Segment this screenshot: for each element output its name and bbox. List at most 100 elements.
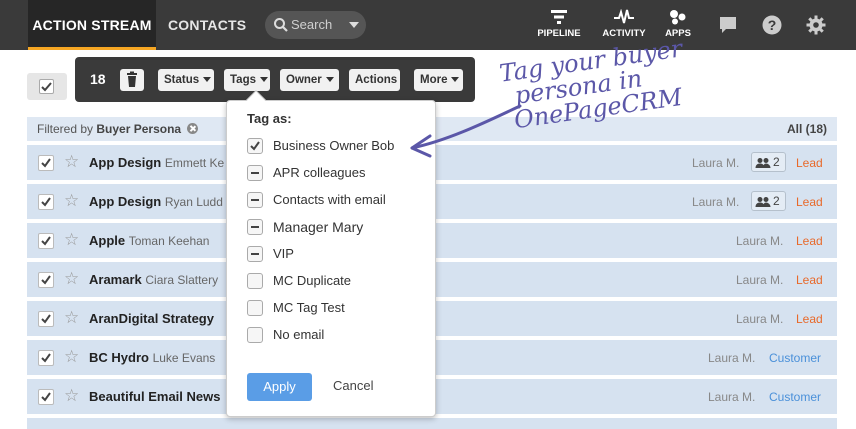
- tab-action-stream[interactable]: ACTION STREAM: [28, 0, 156, 50]
- people-count: 2: [773, 155, 780, 169]
- owner-name: Laura M.: [692, 156, 740, 170]
- contact-name[interactable]: Apple Toman Keehan: [89, 233, 209, 248]
- company-name: App Design: [89, 194, 162, 209]
- tag-checkbox[interactable]: [247, 300, 263, 316]
- pipeline-button[interactable]: PIPELINE: [534, 0, 584, 50]
- check-icon: [41, 353, 51, 363]
- cancel-button[interactable]: Cancel: [333, 378, 373, 393]
- contact-name[interactable]: App Design Emmett Ke: [89, 155, 224, 170]
- gear-icon[interactable]: [805, 14, 827, 36]
- check-icon: [41, 82, 52, 92]
- star-icon[interactable]: ☆: [64, 348, 79, 365]
- owner-name: Laura M.: [708, 390, 756, 404]
- chevron-down-icon: [451, 77, 460, 83]
- person-name: Emmett Ke: [164, 156, 225, 170]
- actions-label: Actions: [355, 74, 398, 86]
- tag-checkbox[interactable]: [247, 165, 263, 181]
- tab-contacts[interactable]: CONTACTS: [168, 0, 246, 50]
- contact-name[interactable]: BC Hydro Luke Evans: [89, 350, 215, 365]
- person-name: Digital Strategy: [118, 311, 214, 326]
- tag-checkbox[interactable]: [247, 273, 263, 289]
- clear-filter-icon[interactable]: [187, 123, 199, 134]
- status-label[interactable]: Lead: [796, 234, 823, 248]
- owner-name: Laura M.: [708, 351, 756, 365]
- top-nav-bar: ACTION STREAM CONTACTS Search PIPELINE A…: [0, 0, 856, 50]
- tag-checkbox[interactable]: [247, 219, 263, 235]
- status-label[interactable]: Customer: [769, 390, 821, 404]
- check-icon: [41, 314, 51, 324]
- tag-checkbox[interactable]: [247, 246, 263, 262]
- people-badge[interactable]: 2: [751, 152, 786, 172]
- person-name: Ciara Slattery: [145, 273, 219, 287]
- star-icon[interactable]: ☆: [64, 270, 79, 287]
- star-icon[interactable]: ☆: [64, 153, 79, 170]
- star-icon[interactable]: ☆: [64, 192, 79, 209]
- owner-name: Laura M.: [692, 195, 740, 209]
- tag-checkbox[interactable]: [247, 138, 263, 154]
- contact-name[interactable]: Beautiful Email News: [89, 389, 220, 404]
- check-icon: [41, 158, 51, 168]
- tag-label: MC Duplicate: [273, 273, 352, 288]
- search-icon: [274, 18, 288, 32]
- select-all-checkbox[interactable]: [39, 79, 54, 94]
- filter-prefix: Filtered by: [37, 122, 94, 136]
- delete-button[interactable]: [120, 69, 144, 91]
- row-checkbox[interactable]: [38, 272, 54, 288]
- more-dropdown[interactable]: More: [414, 69, 463, 91]
- tag-checkbox[interactable]: [247, 327, 263, 343]
- chevron-down-icon: [260, 77, 268, 83]
- status-label[interactable]: Lead: [796, 156, 823, 170]
- people-icon: [755, 158, 771, 168]
- owner-name: Laura M.: [736, 312, 784, 326]
- actions-button[interactable]: Actions: [349, 69, 400, 91]
- help-icon[interactable]: ?: [761, 14, 783, 36]
- check-icon: [41, 197, 51, 207]
- pipeline-label: PIPELINE: [537, 28, 581, 39]
- tag-label: MC Tag Test: [273, 300, 345, 315]
- owner-dropdown[interactable]: Owner: [280, 69, 339, 91]
- tag-checkbox[interactable]: [247, 192, 263, 208]
- contact-name[interactable]: AranDigital Strategy: [89, 311, 214, 326]
- tag-label: VIP: [273, 246, 294, 261]
- contact-name[interactable]: App Design Ryan Ludd: [89, 194, 223, 209]
- star-icon[interactable]: ☆: [64, 309, 79, 326]
- status-label[interactable]: Lead: [796, 312, 823, 326]
- check-icon: [41, 236, 51, 246]
- tag-label: Manager Mary: [273, 219, 364, 235]
- row-checkbox[interactable]: [38, 155, 54, 171]
- row-checkbox[interactable]: [38, 350, 54, 366]
- status-label[interactable]: Customer: [769, 351, 821, 365]
- status-label[interactable]: Lead: [796, 195, 823, 209]
- people-badge[interactable]: 2: [751, 191, 786, 211]
- owner-label: Owner: [286, 74, 322, 86]
- svg-text:?: ?: [768, 17, 777, 33]
- star-icon[interactable]: ☆: [64, 231, 79, 248]
- company-name: App Design: [89, 155, 162, 170]
- list-item[interactable]: [27, 418, 837, 429]
- more-label: More: [420, 74, 448, 86]
- tag-label: No email: [273, 327, 325, 342]
- status-dropdown[interactable]: Status: [158, 69, 214, 91]
- row-checkbox[interactable]: [38, 194, 54, 210]
- apps-icon: [670, 10, 686, 25]
- status-label[interactable]: Lead: [796, 273, 823, 287]
- all-count[interactable]: All (18): [787, 122, 827, 136]
- tags-label: Tags: [230, 74, 256, 86]
- row-checkbox[interactable]: [38, 311, 54, 327]
- apply-button[interactable]: Apply: [247, 373, 312, 401]
- select-all-button[interactable]: [27, 73, 67, 100]
- owner-name: Laura M.: [736, 234, 784, 248]
- chat-icon[interactable]: [717, 14, 739, 36]
- row-checkbox[interactable]: [38, 233, 54, 249]
- star-icon[interactable]: ☆: [64, 387, 79, 404]
- contact-name[interactable]: Aramark Ciara Slattery: [89, 272, 218, 287]
- popup-title: Tag as:: [247, 111, 292, 126]
- row-checkbox[interactable]: [38, 389, 54, 405]
- chevron-down-icon: [203, 77, 212, 83]
- chevron-down-icon[interactable]: [349, 22, 359, 28]
- company-name: Aran: [89, 311, 119, 326]
- search-input[interactable]: Search: [265, 11, 366, 39]
- check-icon: [250, 141, 260, 151]
- tags-dropdown[interactable]: Tags: [224, 69, 270, 91]
- person-name: Luke Evans: [152, 351, 216, 365]
